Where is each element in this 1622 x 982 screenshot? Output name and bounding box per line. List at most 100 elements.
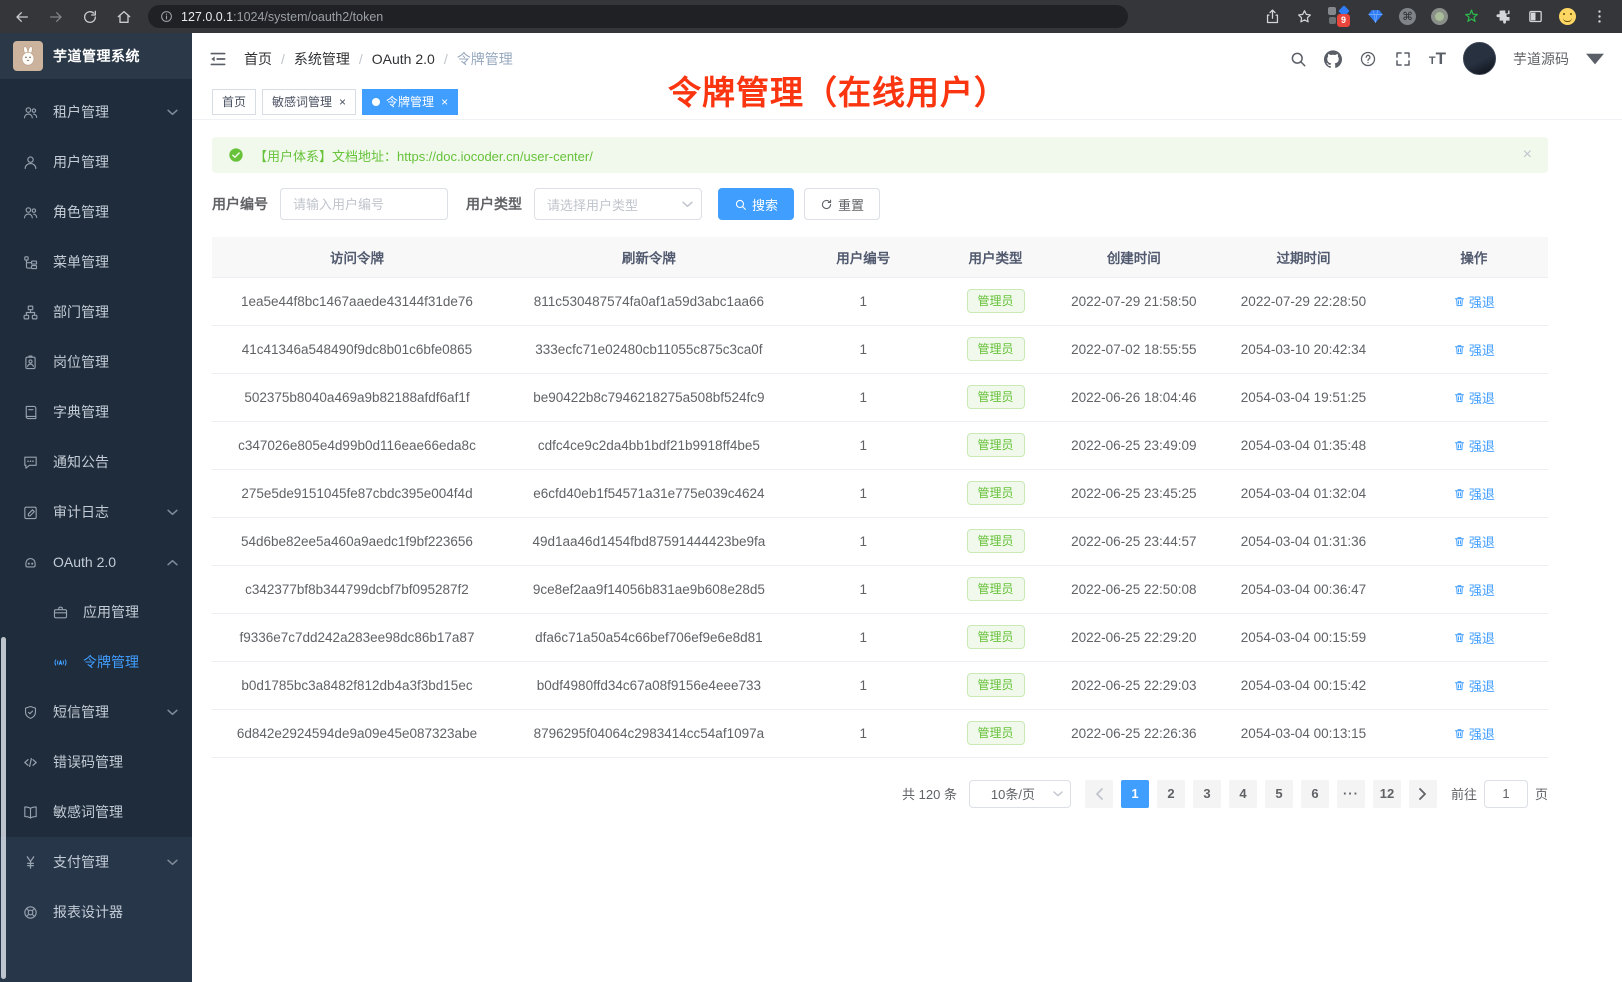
page-button-5[interactable]: 5 xyxy=(1265,780,1293,808)
reset-button[interactable]: 重置 xyxy=(804,188,880,220)
breadcrumb-item[interactable]: 系统管理 xyxy=(294,49,350,69)
breadcrumb-item[interactable]: 首页 xyxy=(244,49,272,69)
share-icon[interactable] xyxy=(1264,8,1281,25)
sidebar-item-sensitive-word[interactable]: 敏感词管理 xyxy=(0,787,192,837)
action-cell: 强退 xyxy=(1400,709,1548,757)
page-button-4[interactable]: 4 xyxy=(1229,780,1257,808)
browser-home-button[interactable] xyxy=(116,9,132,25)
sidebar-item-label: 租户管理 xyxy=(53,102,153,122)
browser-reload-button[interactable] xyxy=(82,9,98,25)
extensions-cluster-icon[interactable]: 9 xyxy=(1328,6,1352,28)
browser-back-button[interactable] xyxy=(14,9,30,25)
split-view-icon[interactable] xyxy=(1527,8,1544,25)
next-page-button[interactable] xyxy=(1409,780,1437,808)
user-name[interactable]: 芋道源码 xyxy=(1513,49,1569,69)
tab-close-icon[interactable]: × xyxy=(441,95,448,109)
search-button[interactable]: 搜索 xyxy=(718,188,794,220)
force-logout-button[interactable]: 强退 xyxy=(1453,436,1495,455)
doc-alert: 【用户体系】文档地址：https://doc.iocoder.cn/user-c… xyxy=(212,137,1548,173)
sidebar-item-audit-log[interactable]: 审计日志 xyxy=(0,487,192,537)
green-star-extension-icon[interactable] xyxy=(1463,8,1480,25)
action-cell: 强退 xyxy=(1400,613,1548,661)
page-button-6[interactable]: 6 xyxy=(1301,780,1329,808)
force-logout-button[interactable]: 强退 xyxy=(1453,292,1495,311)
command-extension-icon[interactable]: ⌘ xyxy=(1399,8,1416,25)
refresh-token-cell: 49d1aa46d1454fbd87591444423be9fa xyxy=(502,517,796,565)
page-ellipsis[interactable]: ··· xyxy=(1337,780,1365,808)
sidebar-item-report-designer[interactable]: 报表设计器 xyxy=(0,887,192,937)
tab-首页[interactable]: 首页 xyxy=(212,89,256,115)
badge-icon xyxy=(22,354,39,371)
user-type-cell: 管理员 xyxy=(931,565,1061,613)
user-menu-caret-icon[interactable] xyxy=(1586,50,1604,68)
font-size-icon[interactable]: TT xyxy=(1429,50,1446,68)
help-icon[interactable] xyxy=(1359,50,1377,68)
alert-close-icon[interactable]: × xyxy=(1523,147,1532,163)
page-button-2[interactable]: 2 xyxy=(1157,780,1185,808)
fullscreen-icon[interactable] xyxy=(1394,50,1412,68)
column-header: 用户编号 xyxy=(796,237,931,277)
force-logout-button[interactable]: 强退 xyxy=(1453,580,1495,599)
force-logout-button[interactable]: 强退 xyxy=(1453,724,1495,743)
sidebar-scrollbar[interactable] xyxy=(1,637,6,979)
page-button-3[interactable]: 3 xyxy=(1193,780,1221,808)
force-logout-button[interactable]: 强退 xyxy=(1453,388,1495,407)
gem-extension-icon[interactable] xyxy=(1367,8,1384,25)
sidebar-item-sms[interactable]: 短信管理 xyxy=(0,687,192,737)
sidebar-item-oauth2[interactable]: OAuth 2.0 xyxy=(0,537,192,587)
browser-forward-button[interactable] xyxy=(48,9,64,25)
sidebar-item-user[interactable]: 用户管理 xyxy=(0,137,192,187)
app-logo[interactable]: 芋道管理系统 xyxy=(0,33,192,79)
search-icon[interactable] xyxy=(1289,50,1307,68)
ring-extension-icon[interactable] xyxy=(1431,8,1448,25)
tab-令牌管理[interactable]: 令牌管理× xyxy=(362,89,458,115)
created-time-cell: 2022-06-25 23:44:57 xyxy=(1060,517,1207,565)
sidebar-item-tenant[interactable]: 租户管理 xyxy=(0,87,192,137)
created-time-cell: 2022-07-02 18:55:55 xyxy=(1060,325,1207,373)
expire-time-cell: 2054-03-04 00:36:47 xyxy=(1207,565,1399,613)
doc-link[interactable]: https://doc.iocoder.cn/user-center/ xyxy=(397,149,593,164)
dict-icon xyxy=(22,404,39,421)
sidebar-item-post[interactable]: 岗位管理 xyxy=(0,337,192,387)
goto-page-input[interactable] xyxy=(1484,780,1528,808)
page-button-1[interactable]: 1 xyxy=(1121,780,1149,808)
puzzle-extensions-icon[interactable] xyxy=(1495,8,1512,25)
address-bar[interactable]: 127.0.0.1:1024/system/oauth2/token xyxy=(148,5,1128,28)
force-logout-button[interactable]: 强退 xyxy=(1453,676,1495,695)
tab-close-icon[interactable]: × xyxy=(339,95,346,109)
breadcrumb-item[interactable]: OAuth 2.0 xyxy=(372,51,435,67)
force-logout-button[interactable]: 强退 xyxy=(1453,532,1495,551)
sidebar-item-pay[interactable]: 支付管理 xyxy=(0,837,192,887)
force-logout-button[interactable]: 强退 xyxy=(1453,628,1495,647)
sidebar-item-oauth2-app[interactable]: 应用管理 xyxy=(0,587,192,637)
browser-menu-icon[interactable] xyxy=(1591,8,1608,25)
github-icon[interactable] xyxy=(1324,50,1342,68)
user-id-input[interactable] xyxy=(280,188,448,220)
force-logout-button[interactable]: 强退 xyxy=(1453,340,1495,359)
user-id-label: 用户编号 xyxy=(212,194,268,214)
sidebar-fold-icon[interactable] xyxy=(208,49,228,69)
tab-敏感词管理[interactable]: 敏感词管理× xyxy=(262,89,356,115)
sidebar-item-oauth2-token[interactable]: 令牌管理 xyxy=(0,637,192,687)
action-cell: 强退 xyxy=(1400,421,1548,469)
pagination-total: 共 120 条 xyxy=(902,784,957,803)
profile-avatar-icon[interactable] xyxy=(1559,8,1576,25)
access-token-cell: b0d1785bc3a8482f812db4a3f3bd15ec xyxy=(212,661,502,709)
sidebar-item-role[interactable]: 角色管理 xyxy=(0,187,192,237)
table-row: 502375b8040a469a9b82188afdf6af1fbe90422b… xyxy=(212,373,1548,421)
sidebar-item-dict[interactable]: 字典管理 xyxy=(0,387,192,437)
sidebar-item-menu[interactable]: 菜单管理 xyxy=(0,237,192,287)
bookmark-star-icon[interactable] xyxy=(1296,8,1313,25)
user-type-badge: 管理员 xyxy=(967,673,1025,698)
sidebar-item-notice[interactable]: 通知公告 xyxy=(0,437,192,487)
shield-icon xyxy=(22,704,39,721)
force-logout-button[interactable]: 强退 xyxy=(1453,484,1495,503)
page-button-12[interactable]: 12 xyxy=(1373,780,1401,808)
sidebar-item-dept[interactable]: 部门管理 xyxy=(0,287,192,337)
user-type-select[interactable]: 请选择用户类型 xyxy=(534,188,702,220)
sidebar-item-error-code[interactable]: 错误码管理 xyxy=(0,737,192,787)
prev-page-button[interactable] xyxy=(1085,780,1113,808)
trash-icon xyxy=(1453,391,1466,404)
page-info-icon[interactable] xyxy=(160,10,173,23)
user-avatar[interactable] xyxy=(1463,42,1496,75)
